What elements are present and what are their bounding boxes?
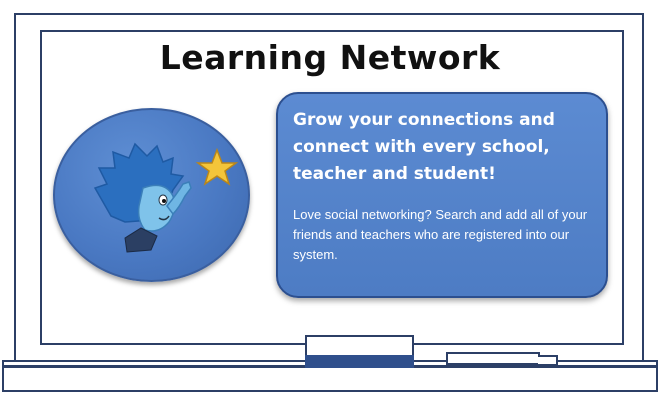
feature-description: Love social networking? Search and add a… (293, 207, 588, 262)
chalk-tip (538, 355, 558, 366)
feature-card: Grow your connections and connect with e… (276, 92, 608, 298)
child-reaching-for-star-icon (93, 142, 239, 253)
eraser (305, 335, 414, 357)
eraser-felt (305, 355, 414, 368)
chalk-stick (446, 352, 540, 365)
feature-heading: Grow your connections and connect with e… (293, 110, 555, 184)
learning-network-illustration (53, 108, 250, 282)
page-title: Learning Network (159, 38, 501, 77)
